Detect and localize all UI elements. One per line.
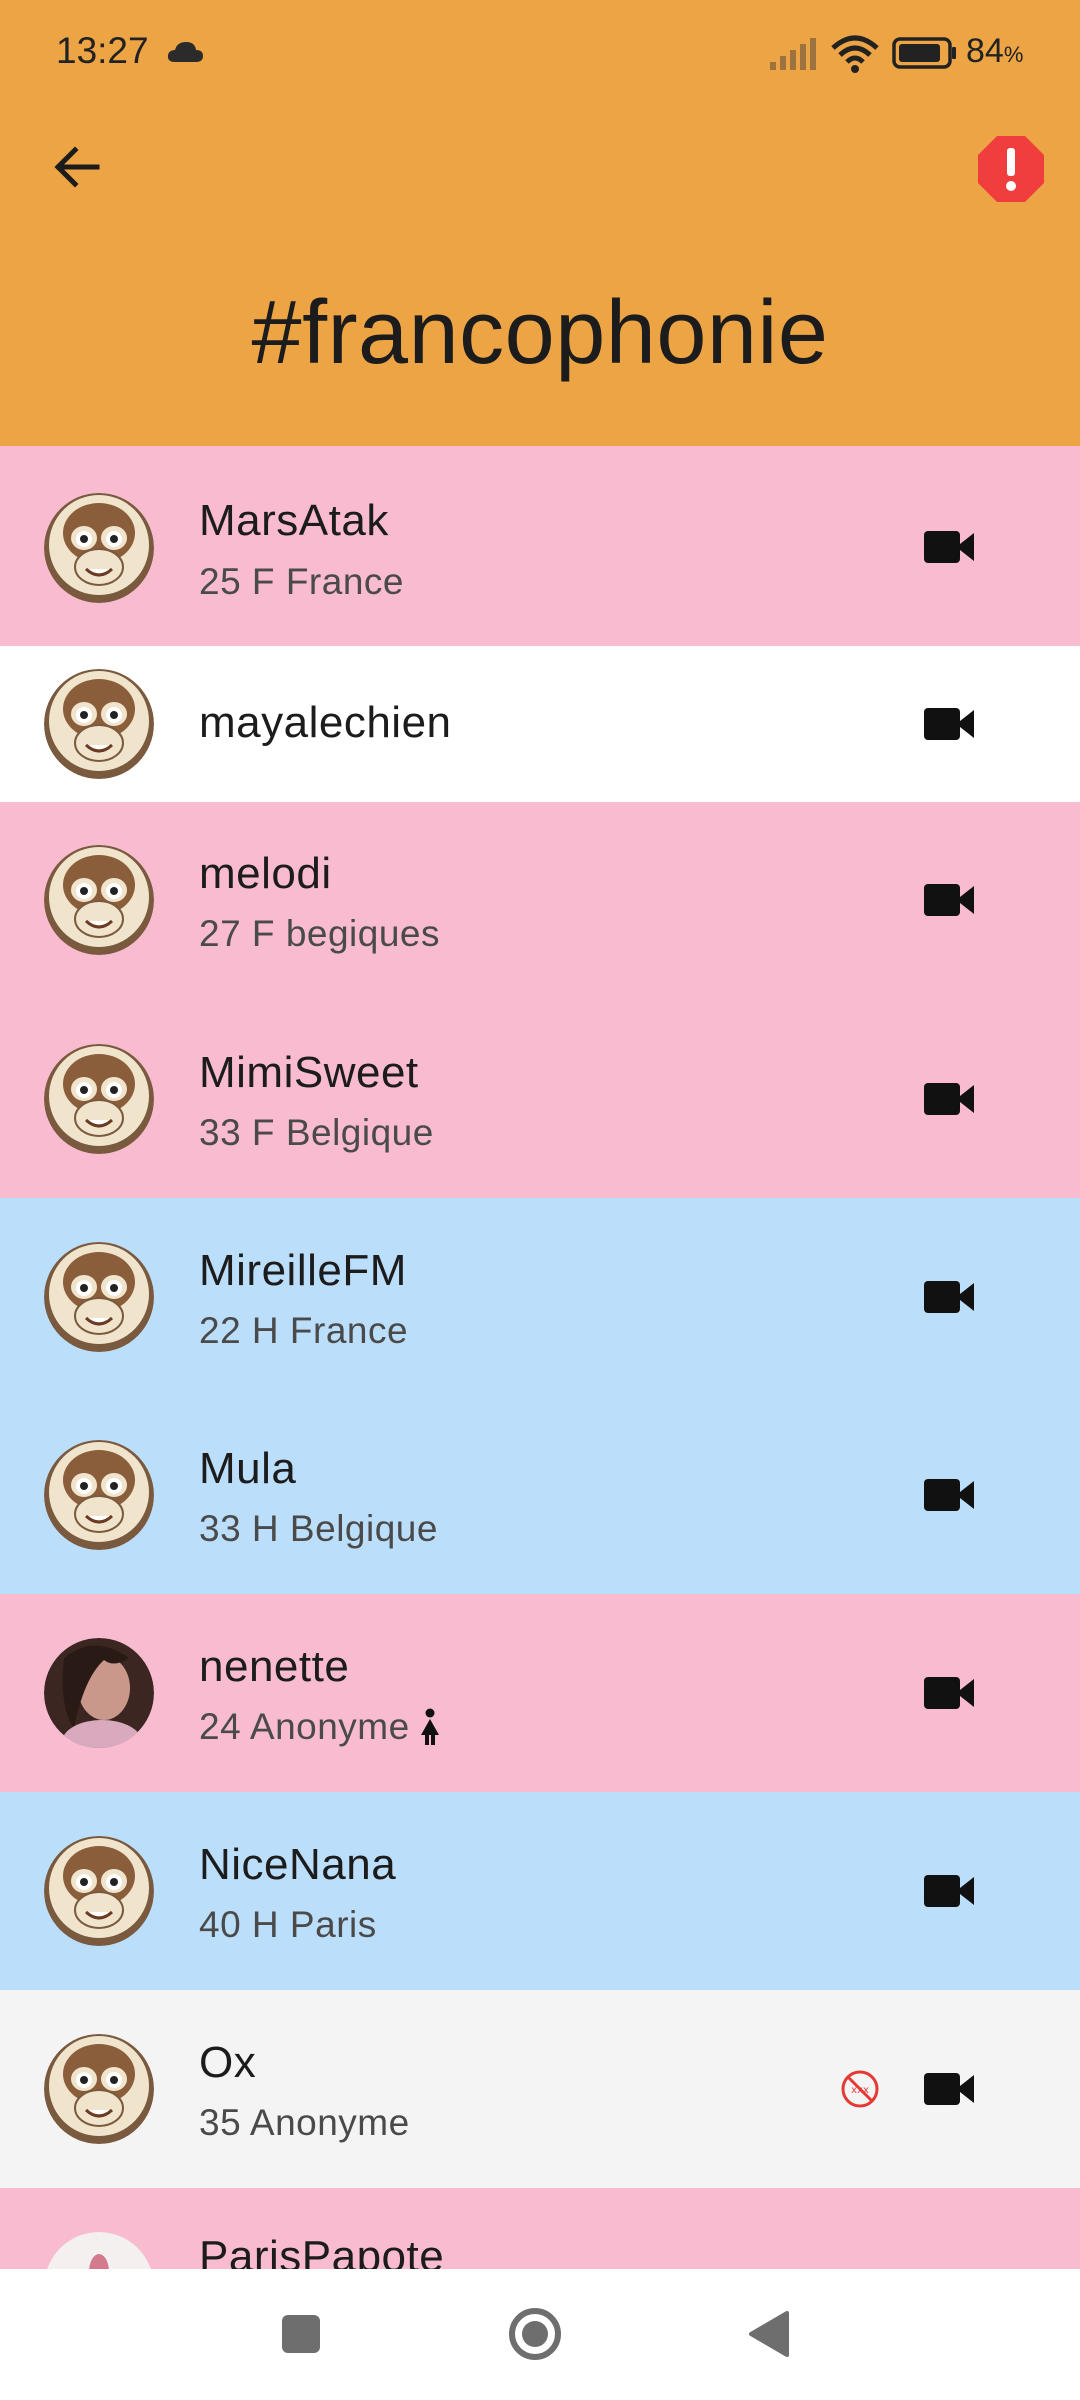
user-name: Mula: [199, 1444, 297, 1493]
user-details: 33 F Belgique: [199, 1112, 434, 1153]
channel-title: #francophonie: [251, 283, 829, 383]
report-alert-icon[interactable]: [976, 134, 1046, 204]
user-row[interactable]: ParisPapote: [0, 2188, 1080, 2269]
user-photo-avatar: [44, 1638, 154, 1748]
svg-text:xxx: xxx: [851, 2085, 869, 2096]
user-row[interactable]: MarsAtak 25 F France: [0, 446, 1080, 646]
person-female-icon: [420, 1708, 439, 1745]
monkey-avatar-icon: [44, 845, 154, 955]
status-bar: 13:27 84%: [0, 0, 1080, 110]
monkey-avatar-icon: [44, 1440, 154, 1550]
user-row[interactable]: MimiSweet 33 F Belgique: [0, 1000, 1080, 1198]
arrow-left-icon: [54, 146, 100, 188]
user-name: Ox: [199, 2038, 257, 2087]
user-details: 27 F begiques: [199, 913, 441, 954]
user-details: 25 F France: [199, 561, 404, 602]
user-row[interactable]: Ox 35 Anonyme xxx: [0, 1990, 1080, 2188]
user-details: 24 Anonyme: [199, 1706, 440, 1748]
wifi-icon: [831, 35, 879, 73]
monkey-avatar-icon: [44, 669, 154, 779]
video-camera-icon[interactable]: [922, 1476, 976, 1514]
monkey-avatar-icon: [44, 2034, 154, 2144]
user-photo-avatar: [47, 2232, 151, 2269]
user-name: mayalechien: [199, 698, 452, 747]
user-row[interactable]: mayalechien: [0, 646, 1080, 802]
system-navigation-bar: [0, 2269, 1080, 2400]
monkey-avatar-icon: [44, 493, 154, 603]
user-name: MarsAtak: [199, 496, 389, 545]
user-name: nenette: [199, 1642, 350, 1691]
user-row[interactable]: nenette 24 Anonyme: [0, 1594, 1080, 1792]
battery-percent: 84%: [966, 32, 1024, 70]
video-camera-icon[interactable]: [922, 705, 976, 743]
user-name: MimiSweet: [199, 1048, 419, 1097]
user-name: ParisPapote: [199, 2232, 445, 2269]
user-row[interactable]: NiceNana 40 H Paris: [0, 1792, 1080, 1990]
home-circle-icon[interactable]: [507, 2306, 563, 2362]
video-camera-icon[interactable]: [922, 2070, 976, 2108]
user-details: 40 H Paris: [199, 1904, 377, 1945]
video-camera-icon[interactable]: [922, 1872, 976, 1910]
back-triangle-icon[interactable]: [745, 2309, 795, 2359]
user-name: NiceNana: [199, 1840, 397, 1889]
video-camera-icon[interactable]: [922, 528, 976, 566]
signal-icon: [770, 38, 816, 70]
no-xxx-icon: xxx: [841, 2070, 879, 2108]
user-name: MireilleFM: [199, 1246, 407, 1295]
back-button[interactable]: [46, 136, 108, 198]
app-header: 13:27 84% #francophonie: [0, 0, 1080, 446]
user-details: 22 H France: [199, 1310, 409, 1351]
video-camera-icon[interactable]: [922, 881, 976, 919]
monkey-avatar-icon: [44, 1242, 154, 1352]
user-name: melodi: [199, 849, 332, 898]
battery-icon: [892, 37, 956, 69]
monkey-avatar-icon: [44, 1836, 154, 1946]
video-camera-icon[interactable]: [922, 1080, 976, 1118]
user-list[interactable]: MarsAtak 25 F France mayalechien melodi …: [0, 446, 1080, 2269]
user-details: 35 Anonyme: [199, 2102, 410, 2143]
recents-square-icon[interactable]: [276, 2309, 326, 2359]
status-time: 13:27: [56, 30, 149, 71]
user-row[interactable]: Mula 33 H Belgique: [0, 1396, 1080, 1594]
cloud-icon: [167, 42, 203, 62]
monkey-avatar-icon: [44, 1044, 154, 1154]
video-camera-icon[interactable]: [922, 1278, 976, 1316]
user-row[interactable]: melodi 27 F begiques: [0, 802, 1080, 1000]
user-details: 33 H Belgique: [199, 1508, 438, 1549]
video-camera-icon[interactable]: [922, 1674, 976, 1712]
user-row[interactable]: MireilleFM 22 H France: [0, 1198, 1080, 1396]
